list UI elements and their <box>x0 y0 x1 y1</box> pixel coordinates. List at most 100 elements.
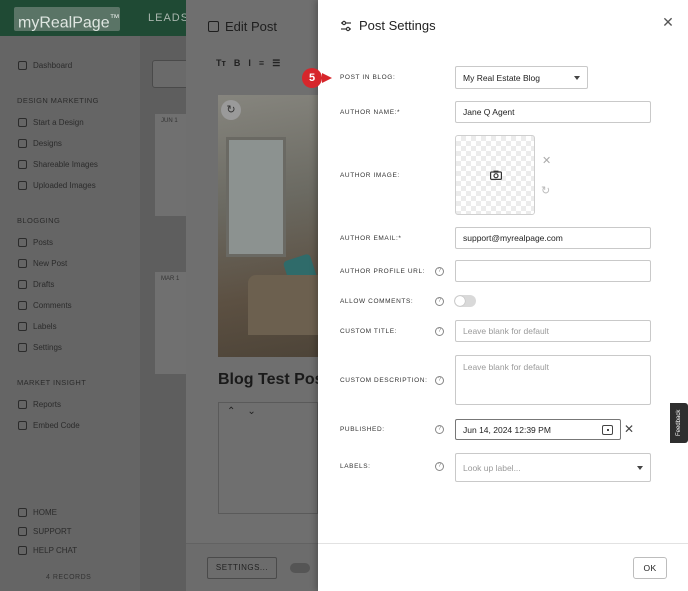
help-icon[interactable]: ? <box>435 327 444 336</box>
chevron-down-icon <box>637 465 643 470</box>
step-arrow-icon <box>322 73 332 83</box>
sidebar-item-support[interactable]: SUPPORT <box>18 527 72 536</box>
custom-title-label: CUSTOM TITLE: <box>340 328 398 335</box>
help-icon[interactable]: ? <box>435 376 444 385</box>
published-date-input[interactable]: Jun 14, 2024 12:39 PM <box>455 419 621 440</box>
post-body-editor[interactable]: ⌃⌄ <box>218 402 318 514</box>
help-icon[interactable]: ? <box>435 462 444 471</box>
label-icon <box>18 322 27 331</box>
sidebar-item-reports[interactable]: Reports <box>18 400 61 409</box>
clear-date-icon[interactable]: ✕ <box>624 422 634 436</box>
sidebar-item-start-design[interactable]: Start a Design <box>18 118 84 127</box>
custom-title-input[interactable]: Leave blank for default <box>455 320 651 342</box>
help-icon[interactable]: ? <box>435 425 444 434</box>
labels-select[interactable]: Look up label... <box>455 453 651 482</box>
sidebar-item-help-chat[interactable]: HELP CHAT <box>18 546 77 555</box>
ok-button[interactable]: OK <box>633 557 667 579</box>
author-profile-url-input[interactable] <box>455 260 651 282</box>
allow-comments-label: ALLOW COMMENTS: <box>340 298 414 305</box>
records-count: 4 RECORDS <box>46 574 92 581</box>
bold-button[interactable]: B <box>234 58 241 69</box>
posts-icon <box>18 238 27 247</box>
feedback-tab[interactable]: Feedback <box>670 403 688 443</box>
comments-icon <box>18 301 27 310</box>
sliders-icon <box>341 20 351 31</box>
post-settings-footer: OK <box>318 543 688 591</box>
author-image-label: AUTHOR IMAGE: <box>340 172 400 179</box>
hero-sofa <box>248 275 318 335</box>
designs-icon <box>18 139 27 148</box>
editor-toolbar: Tт B I ≡ ☰ <box>216 58 280 69</box>
plus-icon <box>18 259 27 268</box>
author-name-label: AUTHOR NAME:* <box>340 109 401 116</box>
sidebar-item-comments[interactable]: Comments <box>18 301 72 310</box>
toggle-knob <box>455 296 465 306</box>
drafts-icon <box>18 280 27 289</box>
sidebar-item-designs[interactable]: Designs <box>18 139 62 148</box>
author-name-input[interactable]: Jane Q Agent <box>455 101 651 123</box>
sidebar-item-home[interactable]: HOME <box>18 508 57 517</box>
author-email-label: AUTHOR EMAIL:* <box>340 235 402 242</box>
author-image-dropzone[interactable] <box>455 135 535 215</box>
sidebar-item-shareable-images[interactable]: Shareable Images <box>18 160 98 169</box>
text-size-button[interactable]: Tт <box>216 58 226 69</box>
chat-icon <box>18 546 27 555</box>
post-in-blog-label: POST IN BLOG: <box>340 74 396 81</box>
edit-post-footer: SETTINGS... <box>186 543 318 591</box>
gear-icon <box>18 343 27 352</box>
sidebar-item-drafts[interactable]: Drafts <box>18 280 54 289</box>
calendar-icon[interactable] <box>602 424 613 435</box>
custom-description-textarea[interactable]: Leave blank for default <box>455 355 651 405</box>
design-icon <box>18 118 27 127</box>
labels-label: LABELS: <box>340 463 371 470</box>
list-button[interactable]: ☰ <box>272 58 280 69</box>
allow-comments-toggle[interactable] <box>454 295 476 307</box>
edit-post-title: Edit Post <box>208 19 277 34</box>
sidebar-item-embed-code[interactable]: Embed Code <box>18 421 80 430</box>
sidebar-heading-market: MARKET INSIGHT <box>17 378 87 387</box>
post-settings-drawer: Post Settings ✕ POST IN BLOG: My Real Es… <box>318 0 688 591</box>
sidebar-item-posts[interactable]: Posts <box>18 238 53 247</box>
author-profile-url-label: AUTHOR PROFILE URL: <box>340 268 426 275</box>
post-hero-image[interactable]: ↻ <box>218 95 318 357</box>
settings-button[interactable]: SETTINGS... <box>207 557 277 579</box>
replace-image-icon[interactable]: ↻ <box>541 184 550 197</box>
sidebar-item-settings[interactable]: Settings <box>18 343 62 352</box>
post-in-blog-select[interactable]: My Real Estate Blog <box>455 66 588 89</box>
sidebar-item-uploaded-images[interactable]: Uploaded Images <box>18 181 96 190</box>
support-icon <box>18 527 27 536</box>
dashboard-icon <box>18 61 27 70</box>
move-arrows-icon[interactable]: ⌃⌄ <box>219 403 317 420</box>
sidebar-heading-design: DESIGN MARKETING <box>17 96 99 105</box>
replace-image-icon[interactable]: ↻ <box>221 100 241 120</box>
chevron-down-icon <box>574 75 580 80</box>
help-icon[interactable]: ? <box>435 267 444 276</box>
post-title-text[interactable]: Blog Test Pos <box>218 371 324 389</box>
custom-description-label: CUSTOM DESCRIPTION: <box>340 377 428 384</box>
edit-icon <box>208 21 219 32</box>
align-button[interactable]: ≡ <box>259 58 264 69</box>
post-settings-title: Post Settings <box>340 18 436 33</box>
sidebar-heading-blogging: BLOGGING <box>17 216 61 225</box>
edit-post-panel: Edit Post Tт B I ≡ ☰ ↻ Blog Test Pos ⌃⌄ … <box>186 0 324 591</box>
reports-icon <box>18 400 27 409</box>
upload-image-icon <box>18 181 27 190</box>
sidebar-item-dashboard[interactable]: Dashboard <box>18 61 72 70</box>
sidebar-item-labels[interactable]: Labels <box>18 322 57 331</box>
code-icon <box>18 421 27 430</box>
sidebar: Dashboard DESIGN MARKETING Start a Desig… <box>0 36 140 591</box>
published-label: PUBLISHED: <box>340 426 385 433</box>
remove-image-icon[interactable]: ✕ <box>542 154 551 167</box>
nav-leads[interactable]: LEADS <box>148 12 189 24</box>
sidebar-item-new-post[interactable]: New Post <box>18 259 67 268</box>
hero-window <box>226 137 286 257</box>
publish-toggle[interactable] <box>290 563 310 573</box>
italic-button[interactable]: I <box>248 58 251 69</box>
home-icon <box>18 508 27 517</box>
help-icon[interactable]: ? <box>435 297 444 306</box>
image-icon <box>18 160 27 169</box>
camera-icon <box>490 170 502 180</box>
close-icon[interactable]: ✕ <box>660 14 676 30</box>
app-logo[interactable]: myRealPage™ <box>14 7 120 31</box>
author-email-input[interactable]: support@myrealpage.com <box>455 227 651 249</box>
